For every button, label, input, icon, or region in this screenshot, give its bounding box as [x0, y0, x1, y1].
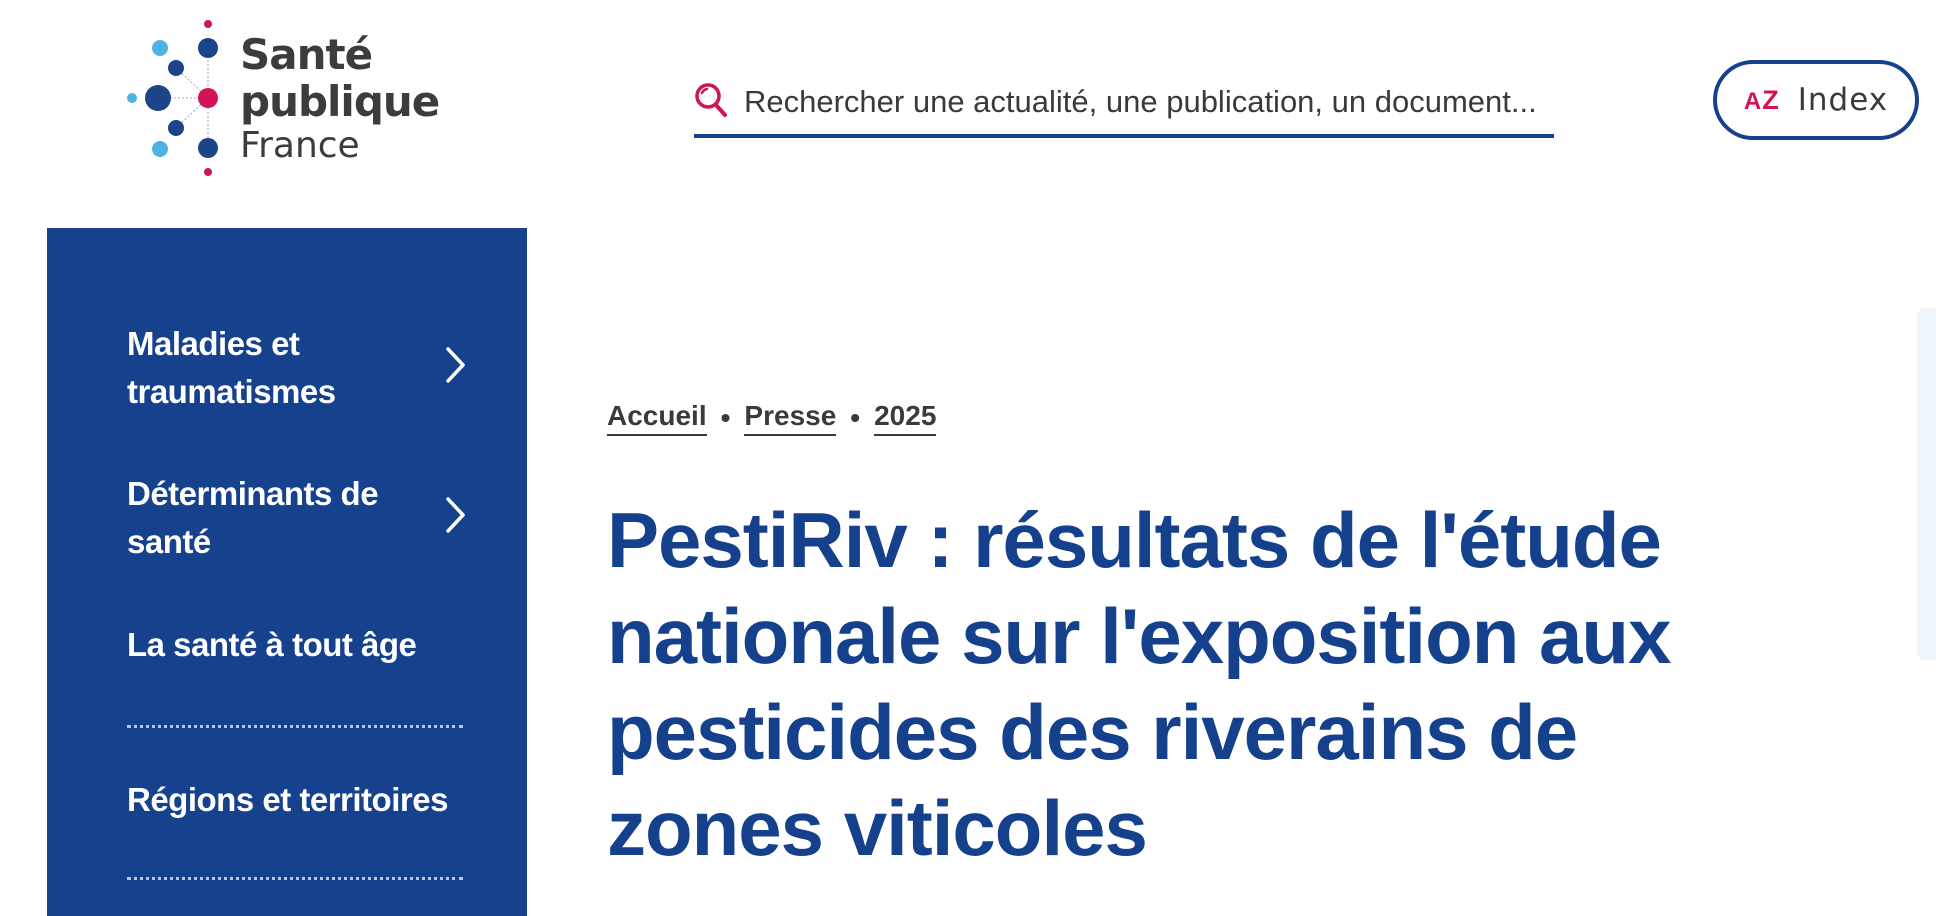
breadcrumb-link-2025[interactable]: 2025 — [874, 400, 937, 436]
sidebar-item-sante-tout-age[interactable]: La santé à tout âge — [127, 621, 467, 669]
breadcrumb-separator: • — [720, 402, 731, 433]
logo-wordmark: Santé publique France — [240, 30, 440, 166]
sidebar-item-label: La santé à tout âge — [127, 626, 417, 663]
page-title: PestiRiv : résultats de l'étude national… — [607, 496, 1671, 872]
sidebar-item-determinants[interactable]: Déterminants de santé — [127, 470, 467, 566]
side-panel-tab[interactable] — [1917, 308, 1936, 660]
breadcrumb-link-accueil[interactable]: Accueil — [607, 400, 707, 436]
breadcrumb-separator: • — [850, 402, 861, 433]
logo-line-2: publique — [240, 77, 440, 126]
logo-line-3: France — [240, 125, 360, 166]
sidebar-item-label: Maladies et traumatismes — [127, 325, 336, 410]
sidebar-item-label: Déterminants de santé — [127, 475, 379, 560]
chevron-right-icon — [446, 497, 465, 533]
search-icon[interactable] — [694, 82, 728, 118]
index-button-label: Index — [1797, 82, 1889, 118]
az-index-icon: AZ — [1743, 84, 1780, 115]
sidebar-divider — [127, 877, 463, 880]
site-logo[interactable]: Santé publique France — [124, 18, 440, 182]
chevron-right-icon — [446, 347, 465, 383]
sidebar-nav: Maladies et traumatismes Déterminants de… — [47, 228, 527, 916]
sidebar-item-regions[interactable]: Régions et territoires — [127, 776, 467, 824]
sidebar-divider — [127, 725, 463, 728]
logo-line-1: Santé — [240, 30, 373, 79]
sidebar-item-label: Régions et territoires — [127, 781, 448, 818]
search-bar — [694, 74, 1554, 138]
sidebar-item-maladies[interactable]: Maladies et traumatismes — [127, 320, 467, 416]
breadcrumb: Accueil • Presse • 2025 — [607, 400, 937, 436]
breadcrumb-link-presse[interactable]: Presse — [744, 400, 837, 436]
logo-molecule-icon — [127, 20, 218, 176]
index-button[interactable]: AZ Index — [1713, 60, 1919, 140]
search-input[interactable] — [744, 74, 1544, 130]
